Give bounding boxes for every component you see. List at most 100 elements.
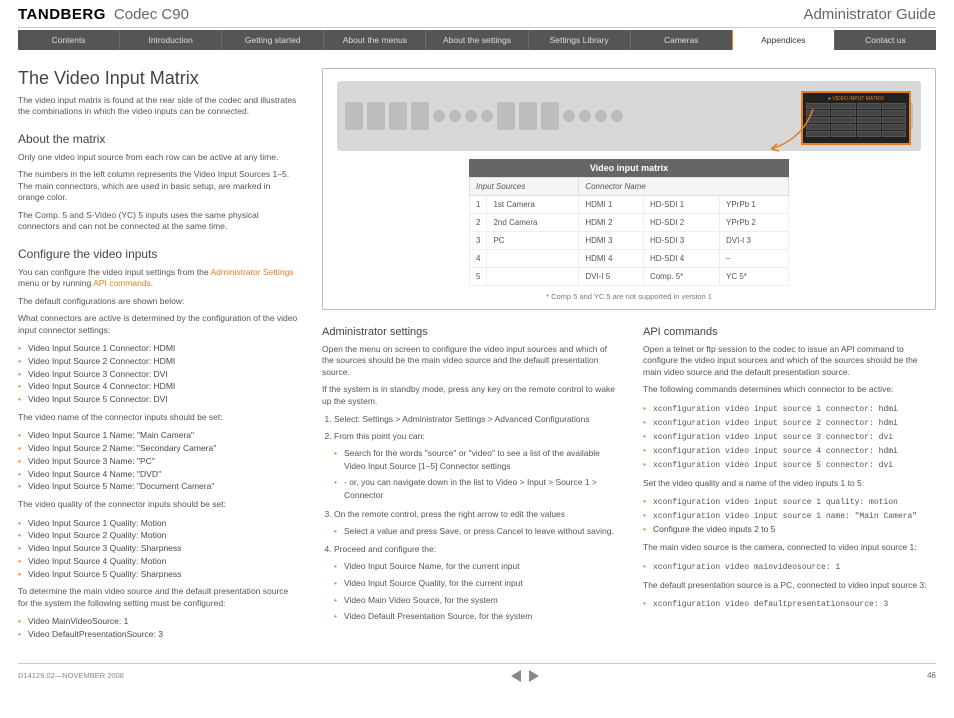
doc-title: Administrator Guide <box>803 6 936 23</box>
model-name: Codec C90 <box>114 6 189 23</box>
list-item: Video Default Presentation Source, for t… <box>334 610 615 623</box>
admin-p2: If the system is in standby mode, press … <box>322 384 615 407</box>
doc-id: D14129.02—NOVEMBER 2008 <box>18 671 124 680</box>
list-item: Video Input Source 2 Quality: Motion <box>18 529 298 542</box>
nav-tab-contact-us[interactable]: Contact us <box>835 30 936 50</box>
admin-settings-column: Administrator settings Open the menu on … <box>322 326 615 629</box>
matrix-table: Video input matrix Input Sources Connect… <box>469 159 789 286</box>
list-item: Video Input Source 5 Name: "Document Cam… <box>18 480 298 493</box>
determine-intro: To determine the main video source and t… <box>18 586 298 609</box>
list-item: xconfiguration video input source 3 conn… <box>643 430 936 444</box>
pager <box>511 670 539 682</box>
list-item: xconfiguration video input source 1 name… <box>643 509 936 523</box>
nav-tab-cameras[interactable]: Cameras <box>631 30 733 50</box>
configure-p3: What connectors are active is determined… <box>18 313 298 336</box>
nav-tab-introduction[interactable]: Introduction <box>120 30 222 50</box>
list-item: Video Input Source 3 Connector: DVI <box>18 368 298 381</box>
names-intro: The video name of the connector inputs s… <box>18 412 298 423</box>
admin-step-sub: - or, you can navigate down in the list … <box>334 476 615 502</box>
page-footer: D14129.02—NOVEMBER 2008 46 <box>18 663 936 682</box>
list-item: xconfiguration video input source 1 conn… <box>643 402 936 416</box>
list-item: xconfiguration video mainvideosource: 1 <box>643 560 936 574</box>
intro-text: The video input matrix is found at the r… <box>18 95 298 118</box>
api-p5: The default presentation source is a PC,… <box>643 580 936 591</box>
admin-p1: Open the menu on screen to configure the… <box>322 344 615 378</box>
nav-tabs: ContentsIntroductionGetting startedAbout… <box>18 30 936 50</box>
list-item: xconfiguration video input source 4 conn… <box>643 444 936 458</box>
matrix-col-sources: Input Sources <box>470 178 579 196</box>
list-item: Video Input Source 1 Quality: Motion <box>18 517 298 530</box>
list-item: Video Input Source 5 Quality: Sharpness <box>18 568 298 581</box>
header: TANDBERG Codec C90 Administrator Guide <box>18 6 936 28</box>
list-item: xconfiguration video input source 1 qual… <box>643 495 936 509</box>
list-item: xconfiguration video input source 2 conn… <box>643 416 936 430</box>
quality-list: Video Input Source 1 Quality: MotionVide… <box>18 517 298 581</box>
quality-intro: The video quality of the connector input… <box>18 499 298 510</box>
api-cmds-connectors: xconfiguration video input source 1 conn… <box>643 402 936 472</box>
list-item: Configure the video inputs 2 to 5 <box>643 523 936 536</box>
list-item: Video Input Source 5 Connector: DVI <box>18 393 298 406</box>
matrix-diagram: ● VIDEO INPUT MATRIX Video input matrix <box>322 68 936 310</box>
admin-heading: Administrator settings <box>322 326 615 338</box>
list-item: Video Input Source 4 Quality: Motion <box>18 555 298 568</box>
table-row: 22nd CameraHDMI 2HD-SDI 2YPrPb 2 <box>470 214 789 232</box>
nav-tab-about-the-menus[interactable]: About the menus <box>324 30 426 50</box>
list-item: Video Input Source 1 Connector: HDMI <box>18 342 298 355</box>
api-p2: The following commands determines which … <box>643 384 936 395</box>
nav-tab-settings-library[interactable]: Settings Library <box>529 30 631 50</box>
brand-logo: TANDBERG <box>18 6 106 23</box>
list-item: xconfiguration video defaultpresentation… <box>643 597 936 611</box>
table-row: 3PCHDMI 3HD-SDI 3DVI-I 3 <box>470 232 789 250</box>
list-item: Video Input Source Quality, for the curr… <box>334 577 615 590</box>
api-cmds-quality: xconfiguration video input source 1 qual… <box>643 495 936 536</box>
about-p3: The Comp. 5 and S-Video (YC) 5 inputs us… <box>18 210 298 233</box>
configure-p1: You can configure the video input settin… <box>18 267 298 290</box>
about-p2: The numbers in the left column represent… <box>18 169 298 203</box>
api-cmds-presentation: xconfiguration video defaultpresentation… <box>643 597 936 611</box>
list-item: Video Input Source 4 Name: "DVD" <box>18 468 298 481</box>
about-heading: About the matrix <box>18 132 298 146</box>
list-item: Video DefaultPresentationSource: 3 <box>18 628 298 641</box>
codec-rear-panel: ● VIDEO INPUT MATRIX <box>337 81 921 151</box>
list-item: Video MainVideoSource: 1 <box>18 615 298 628</box>
nav-tab-about-the-settings[interactable]: About the settings <box>426 30 528 50</box>
matrix-col-connectors: Connector Name <box>579 178 789 196</box>
list-item: Video Main Video Source, for the system <box>334 594 615 607</box>
list-item: Video Input Source Name, for the current… <box>334 560 615 573</box>
api-p3: Set the video quality and a name of the … <box>643 478 936 489</box>
names-list: Video Input Source 1 Name: "Main Camera"… <box>18 429 298 493</box>
admin-step-sub: Search for the words "source" or "video"… <box>334 447 615 473</box>
list-item: Video Input Source 2 Connector: HDMI <box>18 355 298 368</box>
table-row: 4HDMI 4HD-SDI 4– <box>470 250 789 268</box>
list-item: xconfiguration video input source 5 conn… <box>643 458 936 472</box>
nav-tab-getting-started[interactable]: Getting started <box>222 30 324 50</box>
nav-tab-appendices[interactable]: Appendices <box>733 30 835 50</box>
prev-page-icon[interactable] <box>511 670 521 682</box>
configure-p2: The default configurations are shown bel… <box>18 296 298 307</box>
list-item: Video Input Source 1 Name: "Main Camera" <box>18 429 298 442</box>
page-title: The Video Input Matrix <box>18 68 298 89</box>
api-commands-column: API commands Open a telnet or ftp sessio… <box>643 326 936 629</box>
next-page-icon[interactable] <box>529 670 539 682</box>
configure-heading: Configure the video inputs <box>18 247 298 261</box>
determine-list: Video MainVideoSource: 1Video DefaultPre… <box>18 615 298 641</box>
matrix-footnote: * Comp 5 and YC 5 are not supported in v… <box>337 292 921 301</box>
api-p4: The main video source is the camera, con… <box>643 542 936 553</box>
matrix-table-title: Video input matrix <box>469 159 789 177</box>
list-item: Video Input Source 4 Connector: HDMI <box>18 380 298 393</box>
page-number: 46 <box>927 671 936 680</box>
api-commands-link[interactable]: API commands <box>93 278 151 288</box>
admin-step-sub: Select a value and press Save, or press … <box>334 525 615 538</box>
about-p1: Only one video input source from each ro… <box>18 152 298 163</box>
api-p1: Open a telnet or ftp session to the code… <box>643 344 936 378</box>
list-item: Video Input Source 3 Name: "PC" <box>18 455 298 468</box>
api-cmds-main: xconfiguration video mainvideosource: 1 <box>643 560 936 574</box>
connectors-list: Video Input Source 1 Connector: HDMIVide… <box>18 342 298 406</box>
nav-tab-contents[interactable]: Contents <box>18 30 120 50</box>
admin-settings-link[interactable]: Administrator Settings <box>210 267 293 277</box>
matrix-panel-on-codec: ● VIDEO INPUT MATRIX <box>801 91 911 145</box>
list-item: Video Input Source 2 Name: "Secondary Ca… <box>18 442 298 455</box>
list-item: Video Input Source 3 Quality: Sharpness <box>18 542 298 555</box>
table-row: 11st CameraHDMI 1HD-SDI 1YPrPb 1 <box>470 196 789 214</box>
api-heading: API commands <box>643 326 936 338</box>
